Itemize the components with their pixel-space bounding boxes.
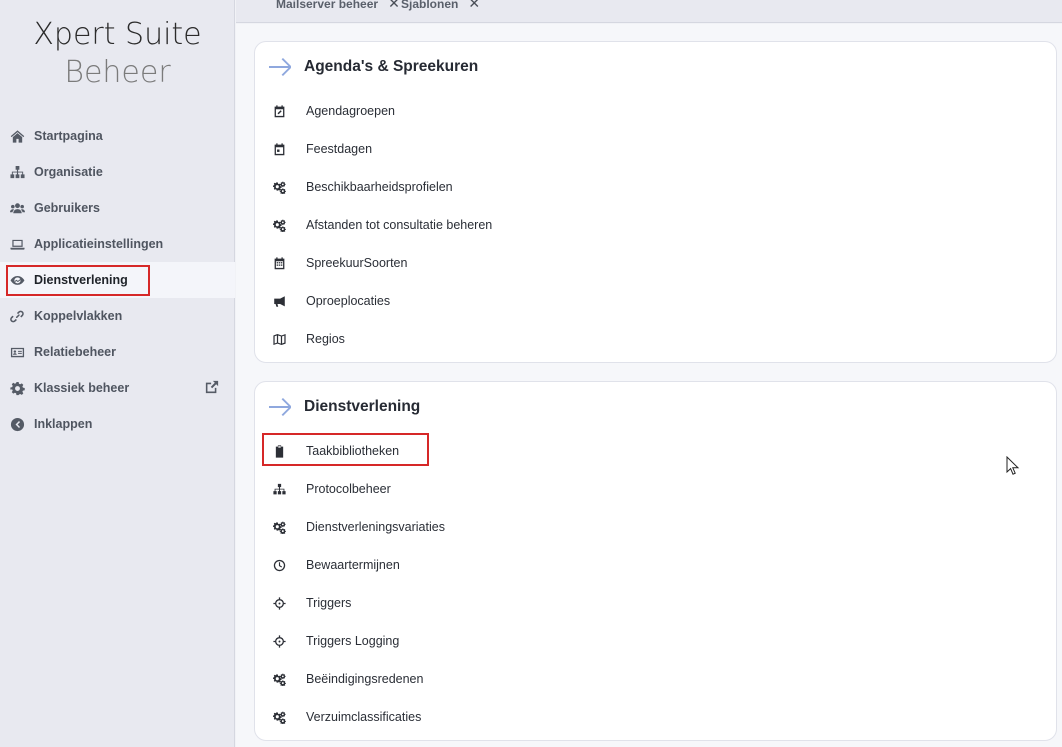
section-title: Agenda's & Spreekuren [304,58,479,75]
map-icon [272,332,287,347]
crosshairs-icon [272,596,287,611]
chevron-left-circle-icon [9,416,26,433]
sidebar-item-startpagina[interactable]: Startpagina [0,118,235,154]
list-item-triggers[interactable]: Triggers [255,584,1056,622]
close-icon[interactable]: ✕ [468,0,480,12]
sidebar-item-klassiek-beheer[interactable]: Klassiek beheer [0,370,235,406]
list-item-label: Triggers [306,596,352,610]
clock-icon [272,558,287,573]
list-item-bewaartermijnen[interactable]: Bewaartermijnen [255,546,1056,584]
megaphone-icon [272,294,287,309]
sidebar-item-dienstverlening[interactable]: Dienstverlening [0,262,235,298]
list-item-label: Agendagroepen [306,104,395,118]
list-item-label: Triggers Logging [306,634,400,648]
arrow-right-icon [269,398,292,416]
list-item-label: Feestdagen [306,142,373,156]
list-item-label: Bewaartermijnen [306,558,400,572]
list-item-feestdagen[interactable]: Feestdagen [255,130,1056,168]
list-item-label: Regios [306,332,345,346]
home-icon [9,128,26,145]
list-item-label: Oproeplocaties [306,294,391,308]
sidebar-item-label: Dienstverlening [34,273,128,287]
id-card-icon [9,344,26,361]
calendar-edit-icon [272,104,287,119]
users-icon [9,200,26,217]
list-item-label: SpreekuurSoorten [306,256,408,270]
handshake-icon [9,272,26,289]
cogs-icon [272,218,287,233]
list-item-beschikbaarheidsprofielen[interactable]: Beschikbaarheidsprofielen [255,168,1056,206]
sidebar-item-label: Gebruikers [34,201,101,215]
list-item-agendagroepen[interactable]: Agendagroepen [255,92,1056,130]
list-item-oproeplocaties[interactable]: Oproeplocaties [255,282,1056,320]
sidebar-item-label: Inklappen [34,417,93,431]
list-item-label: Taakbibliotheken [306,444,400,458]
section-header: Agenda's & Spreekuren [255,42,1056,92]
tab-label: Sjablonen [401,0,459,11]
sidebar-item-relatiebeheer[interactable]: Relatiebeheer [0,334,235,370]
sidebar: Xpert Suite Beheer Startpagina Organisat… [0,0,235,747]
calendar-day-icon [272,142,287,157]
sidebar-item-label: Startpagina [34,129,103,143]
list-item-label: Beschikbaarheidsprofielen [306,180,453,194]
list-item-taakbibliotheken[interactable]: Taakbibliotheken [255,432,1056,470]
brand-subtitle: Beheer [64,55,171,90]
cogs-icon [272,710,287,725]
list-item-label: Beëindigingsredenen [306,672,424,686]
cogs-icon [272,672,287,687]
cogs-icon [272,180,287,195]
list-item-spreekuursoorten[interactable]: SpreekuurSoorten [255,244,1056,282]
sidebar-item-inklappen[interactable]: Inklappen [0,406,235,442]
crosshairs-icon [272,634,287,649]
arrow-right-icon [269,58,292,76]
tab-sjablonen[interactable]: Sjablonen ✕ [401,0,480,12]
sidebar-item-label: Koppelvlakken [34,309,123,323]
sitemap-icon [9,164,26,181]
external-link-icon[interactable] [205,380,220,395]
sidebar-item-gebruikers[interactable]: Gebruikers [0,190,235,226]
list-item-beeindigingsredenen[interactable]: Beëindigingsredenen [255,660,1056,698]
sidebar-nav: Startpagina Organisatie Gebruikers Appli… [0,118,235,442]
section-title: Dienstverlening [304,398,421,415]
tab-mailserver-beheer[interactable]: Mailserver beheer ✕ [276,0,400,12]
list-item-label: Protocolbeheer [306,482,391,496]
list-item-dienstverleningsvariaties[interactable]: Dienstverleningsvariaties [255,508,1056,546]
close-icon[interactable]: ✕ [388,0,400,12]
section-card-dienstverlening: Dienstverlening Taakbibliotheken Protoco… [254,381,1057,741]
list-item-label: Dienstverleningsvariaties [306,520,445,534]
sidebar-item-applicatieinstellingen[interactable]: Applicatieinstellingen [0,226,235,262]
calendar-grid-icon [272,256,287,271]
sidebar-item-label: Applicatieinstellingen [34,237,164,251]
brand-title: Xpert Suite [33,17,202,52]
list-item-regios[interactable]: Regios [255,320,1056,358]
main-content: Agenda's & Spreekuren Agendagroepen Fees… [236,24,1062,747]
list-item-label: Verzuimclassificaties [306,710,422,724]
app-brand: Xpert Suite Beheer [0,16,235,92]
sidebar-item-koppelvlakken[interactable]: Koppelvlakken [0,298,235,334]
section-card-agendas: Agenda's & Spreekuren Agendagroepen Fees… [254,41,1057,363]
section-header: Dienstverlening [255,382,1056,432]
sidebar-item-label: Relatiebeheer [34,345,116,359]
sitemap-icon [272,482,287,497]
list-item-verzuimclassificaties[interactable]: Verzuimclassificaties [255,698,1056,736]
sidebar-item-label: Organisatie [34,165,103,179]
tab-bar: Mailserver beheer ✕ Sjablonen ✕ [236,0,1062,23]
tab-label: Mailserver beheer [276,0,379,11]
list-item-triggers-logging[interactable]: Triggers Logging [255,622,1056,660]
clipboard-icon [272,444,287,459]
list-item-label: Afstanden tot consultatie beheren [306,218,493,232]
sidebar-item-label: Klassiek beheer [34,381,130,395]
cogs-icon [272,520,287,535]
sidebar-item-organisatie[interactable]: Organisatie [0,154,235,190]
link-icon [9,308,26,325]
laptop-icon [9,236,26,253]
list-item-afstanden[interactable]: Afstanden tot consultatie beheren [255,206,1056,244]
list-item-protocolbeheer[interactable]: Protocolbeheer [255,470,1056,508]
mouse-cursor-icon [1006,456,1020,475]
gear-icon [9,380,26,397]
